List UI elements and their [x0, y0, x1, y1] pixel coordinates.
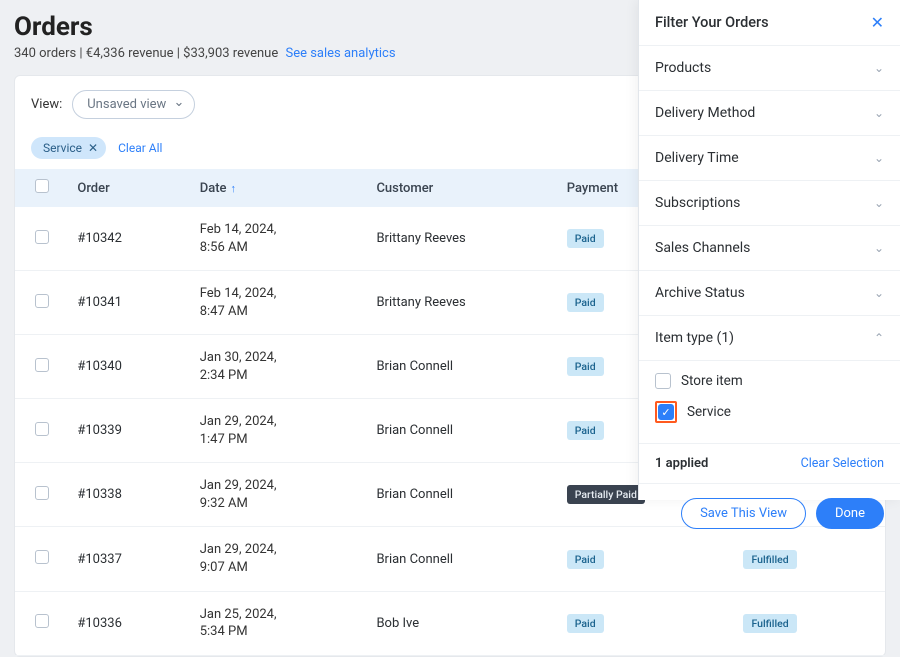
- done-button[interactable]: Done: [816, 498, 884, 529]
- filter-section-label: Delivery Time: [655, 150, 739, 166]
- col-date-label: Date: [200, 181, 227, 196]
- sales-analytics-link[interactable]: See sales analytics: [285, 46, 395, 61]
- order-date: Jan 29, 2024,1:47 PM: [192, 399, 369, 463]
- customer-name: Bob Ive: [368, 591, 558, 655]
- chevron-down-icon: ⌄: [874, 241, 884, 255]
- fulfillment-badge: Fulfilled: [743, 614, 796, 633]
- order-date: Feb 14, 2024,8:56 AM: [192, 207, 369, 271]
- chevron-down-icon: ⌄: [874, 106, 884, 120]
- fulfillment-badge: Fulfilled: [743, 550, 796, 569]
- order-id: #10336: [69, 591, 191, 655]
- filter-section-item-type[interactable]: Item type (1) ⌃: [639, 316, 900, 361]
- row-checkbox[interactable]: [35, 358, 49, 372]
- filter-section-label: Products: [655, 60, 711, 76]
- order-id: #10340: [69, 335, 191, 399]
- col-header-customer[interactable]: Customer: [368, 169, 558, 207]
- filter-option-label: Store item: [681, 373, 743, 389]
- order-id: #10339: [69, 399, 191, 463]
- chevron-up-icon: ⌃: [874, 331, 884, 345]
- chevron-down-icon: ⌄: [874, 61, 884, 75]
- filter-panel-title: Filter Your Orders: [655, 14, 769, 31]
- payment-badge: Paid: [567, 293, 604, 312]
- filter-section-label: Delivery Method: [655, 105, 755, 121]
- row-checkbox[interactable]: [35, 550, 49, 564]
- table-row[interactable]: #10336Jan 25, 2024,5:34 PMBob Ive Paid Ful…: [15, 591, 885, 655]
- filter-option[interactable]: Store item: [655, 367, 884, 395]
- filter-section[interactable]: Products ⌄: [639, 46, 900, 91]
- row-checkbox[interactable]: [35, 486, 49, 500]
- customer-name: Brian Connell: [368, 463, 558, 527]
- filter-section-label: Item type (1): [655, 330, 734, 346]
- chip-remove-icon[interactable]: ✕: [88, 141, 98, 155]
- select-all-checkbox[interactable]: [35, 179, 49, 193]
- payment-badge: Paid: [567, 229, 604, 248]
- clear-all-link[interactable]: Clear All: [118, 141, 162, 155]
- col-header-date[interactable]: Date ↑: [192, 169, 369, 207]
- checkbox-unchecked[interactable]: [655, 373, 671, 389]
- payment-badge: Paid: [567, 421, 604, 440]
- applied-count: 1 applied: [655, 456, 708, 471]
- filter-section-label: Sales Channels: [655, 240, 750, 256]
- customer-name: Brittany Reeves: [368, 271, 558, 335]
- customer-name: Brian Connell: [368, 399, 558, 463]
- order-id: #10337: [69, 527, 191, 591]
- order-id: #10341: [69, 271, 191, 335]
- view-label: View:: [31, 97, 62, 112]
- filter-chip-service[interactable]: Service ✕: [31, 137, 106, 159]
- filter-section[interactable]: Delivery Method ⌄: [639, 91, 900, 136]
- payment-badge: Paid: [567, 357, 604, 376]
- order-date: Jan 30, 2024,2:34 PM: [192, 335, 369, 399]
- filter-section[interactable]: Subscriptions ⌄: [639, 181, 900, 226]
- sort-asc-icon: ↑: [231, 182, 237, 195]
- view-select[interactable]: Unsaved view: [72, 90, 195, 119]
- clear-selection-link[interactable]: Clear Selection: [801, 456, 884, 471]
- chevron-down-icon: ⌄: [874, 196, 884, 210]
- customer-name: Brian Connell: [368, 527, 558, 591]
- order-id: #10342: [69, 207, 191, 271]
- order-date: Jan 29, 2024,9:32 AM: [192, 463, 369, 527]
- row-checkbox[interactable]: [35, 294, 49, 308]
- filter-section[interactable]: Sales Channels ⌄: [639, 226, 900, 271]
- chip-label: Service: [43, 141, 82, 155]
- order-date: Feb 14, 2024,8:47 AM: [192, 271, 369, 335]
- checkbox-checked[interactable]: ✓: [658, 404, 674, 420]
- customer-name: Brian Connell: [368, 335, 558, 399]
- summary-stats: 340 orders | €4,336 revenue | $33,903 re…: [14, 46, 278, 61]
- payment-badge: Partially Paid: [567, 485, 645, 504]
- col-header-order[interactable]: Order: [69, 169, 191, 207]
- highlight-ring: ✓: [655, 401, 677, 423]
- filter-section-label: Subscriptions: [655, 195, 740, 211]
- row-checkbox[interactable]: [35, 422, 49, 436]
- chevron-down-icon: ⌄: [874, 286, 884, 300]
- filter-section[interactable]: Delivery Time ⌄: [639, 136, 900, 181]
- row-checkbox[interactable]: [35, 614, 49, 628]
- filter-option[interactable]: ✓ Service: [655, 395, 884, 429]
- filter-panel: Filter Your Orders ✕ Products⌄Delivery M…: [638, 0, 900, 500]
- save-view-button[interactable]: Save This View: [681, 498, 806, 529]
- order-date: Jan 29, 2024,9:07 AM: [192, 527, 369, 591]
- payment-badge: Paid: [567, 614, 604, 633]
- order-id: #10338: [69, 463, 191, 527]
- customer-name: Brittany Reeves: [368, 207, 558, 271]
- row-checkbox[interactable]: [35, 230, 49, 244]
- close-icon[interactable]: ✕: [871, 15, 884, 31]
- payment-badge: Paid: [567, 550, 604, 569]
- chevron-down-icon: ⌄: [874, 151, 884, 165]
- filter-option-label: Service: [687, 404, 731, 420]
- order-date: Jan 25, 2024,5:34 PM: [192, 591, 369, 655]
- filter-section[interactable]: Archive Status ⌄: [639, 271, 900, 316]
- filter-section-label: Archive Status: [655, 285, 745, 301]
